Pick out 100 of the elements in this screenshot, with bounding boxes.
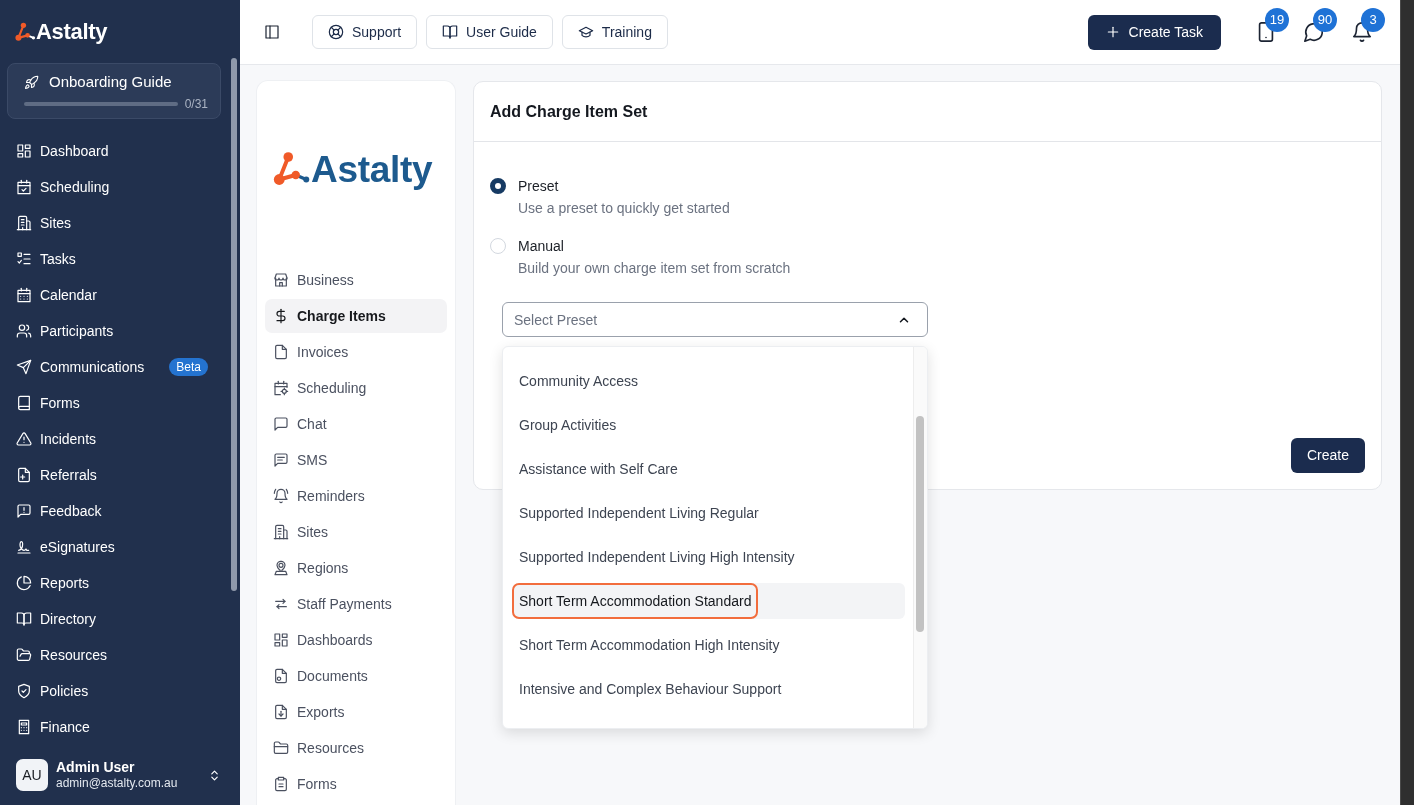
settings-nav-item[interactable]: Scheduling (265, 371, 447, 405)
folder-icon (16, 647, 32, 663)
signature-icon (16, 539, 32, 555)
sidebar-item[interactable]: Incidents (0, 421, 240, 457)
shield-check-icon (16, 683, 32, 699)
graduation-cap-icon (577, 24, 594, 40)
sidebar-item[interactable]: Participants (0, 313, 240, 349)
grid-icon (273, 632, 289, 648)
sidebar-toggle-icon[interactable] (264, 24, 280, 40)
chevron-up-down-icon[interactable] (208, 768, 221, 782)
file-download-icon (273, 704, 289, 720)
store-icon (273, 272, 289, 288)
dropdown-option[interactable]: Community Access (513, 363, 905, 399)
sidebar-item[interactable]: Referrals (0, 457, 240, 493)
radio-label: Manual (518, 237, 565, 256)
calendar-check-icon (16, 179, 32, 195)
message-alert-icon (16, 503, 32, 519)
sidebar-item[interactable]: eSignatures (0, 529, 240, 565)
settings-nav-item[interactable]: Business (265, 263, 447, 297)
settings-nav-item[interactable]: Charge Items (265, 299, 447, 333)
sidebar-item[interactable]: Finance (0, 709, 240, 745)
onboarding-title: Onboarding Guide (49, 73, 172, 91)
settings-nav-item[interactable]: Reminders (265, 479, 447, 513)
building-icon (16, 215, 32, 231)
toolbar-button[interactable]: Training (561, 15, 668, 49)
settings-nav-item[interactable]: Exports (265, 695, 447, 729)
calendar-gear-icon (273, 380, 289, 396)
calendar-icon (16, 287, 32, 303)
preset-select[interactable]: Select Preset (502, 302, 928, 337)
dropdown-option[interactable]: Group Activities (513, 407, 905, 443)
grid-icon (16, 143, 32, 159)
lifebuoy-icon (328, 24, 344, 40)
file-plus-icon (16, 467, 32, 483)
notification-count: 19 (1265, 8, 1289, 32)
settings-nav-item[interactable]: Dashboards (265, 623, 447, 657)
sidebar-item[interactable]: Reports (0, 565, 240, 601)
logo-wordmark: Astalty (311, 150, 433, 188)
message-lines-icon (273, 452, 289, 468)
dollar-icon (273, 308, 289, 324)
settings-nav-item[interactable]: Sites (265, 515, 447, 549)
settings-nav-item[interactable]: Regions (265, 551, 447, 585)
notification-count: 3 (1361, 8, 1385, 32)
create-button[interactable]: Create (1290, 438, 1365, 473)
file-icon (273, 344, 289, 360)
checklist-icon (16, 251, 32, 267)
people-icon (16, 323, 32, 339)
feature-tag: Beta (169, 358, 208, 376)
sidebar-item[interactable]: Scheduling (0, 169, 240, 205)
settings-nav-item[interactable]: SMS (265, 443, 447, 477)
dropdown-option[interactable]: Short Term Accommodation Standard (513, 583, 905, 619)
building-icon (273, 524, 289, 540)
card-title: Add Charge Item Set (490, 101, 648, 122)
radio-button[interactable] (490, 178, 506, 194)
paper-plane-icon (16, 359, 32, 375)
user-email: admin@astalty.com.au (56, 776, 178, 791)
calculator-icon (16, 719, 32, 735)
settings-nav-item[interactable]: Resources (265, 731, 447, 765)
option-description: Build your own charge item set from scratch (518, 259, 791, 278)
bell-ring-icon (273, 488, 289, 504)
dropdown-option[interactable]: Intensive and Complex Behaviour Support (513, 671, 905, 707)
user-name: Admin User (56, 759, 136, 776)
sidebar-item[interactable]: Calendar (0, 277, 240, 313)
sidebar-item[interactable]: Communications Beta (0, 349, 240, 385)
clipboard-icon (273, 776, 289, 792)
folder-icon (273, 740, 289, 756)
radio-label: Preset (518, 177, 560, 196)
dropdown-option[interactable]: Supported Independent Living High Intensity (513, 539, 905, 575)
warning-icon (16, 431, 32, 447)
dropdown-option[interactable]: Supported Independent Living Regular (513, 495, 905, 531)
person-pin-icon (273, 560, 289, 576)
logo-icon (15, 21, 36, 42)
toolbar-button[interactable]: User Guide (426, 15, 553, 49)
logo-wordmark: Astalty (36, 20, 108, 43)
sidebar-item[interactable]: Tasks (0, 241, 240, 277)
book-icon (16, 395, 32, 411)
dropdown-option[interactable]: Assistance with Self Care (513, 451, 905, 487)
option-description: Use a preset to quickly get started (518, 199, 730, 218)
arrows-icon (273, 596, 289, 612)
settings-nav-item[interactable]: Staff Payments (265, 587, 447, 621)
settings-nav-item[interactable]: Forms (265, 767, 447, 801)
sidebar-item[interactable]: Resources (0, 637, 240, 673)
settings-nav-item[interactable]: Chat (265, 407, 447, 441)
sidebar-item[interactable]: Directory (0, 601, 240, 637)
sidebar-item[interactable]: Dashboard (0, 133, 240, 169)
sidebar-item[interactable]: Sites (0, 205, 240, 241)
pie-chart-icon (16, 575, 32, 591)
plus-icon (1105, 25, 1120, 39)
toolbar-button[interactable]: Support (312, 15, 418, 49)
notification-count: 90 (1313, 8, 1337, 32)
sidebar-item[interactable]: Policies (0, 673, 240, 709)
open-book-icon (442, 24, 459, 40)
create-task-button[interactable]: Create Task (1087, 14, 1221, 50)
settings-nav-item[interactable]: Invoices (265, 335, 447, 369)
logo-icon (273, 151, 311, 187)
user-avatar: AU (16, 759, 48, 791)
settings-nav-item[interactable]: Documents (265, 659, 447, 693)
open-book-icon (16, 611, 32, 627)
sidebar-item[interactable]: Feedback (0, 493, 240, 529)
sidebar-item[interactable]: Forms (0, 385, 240, 421)
dropdown-option[interactable]: Short Term Accommodation High Intensity (513, 627, 905, 663)
